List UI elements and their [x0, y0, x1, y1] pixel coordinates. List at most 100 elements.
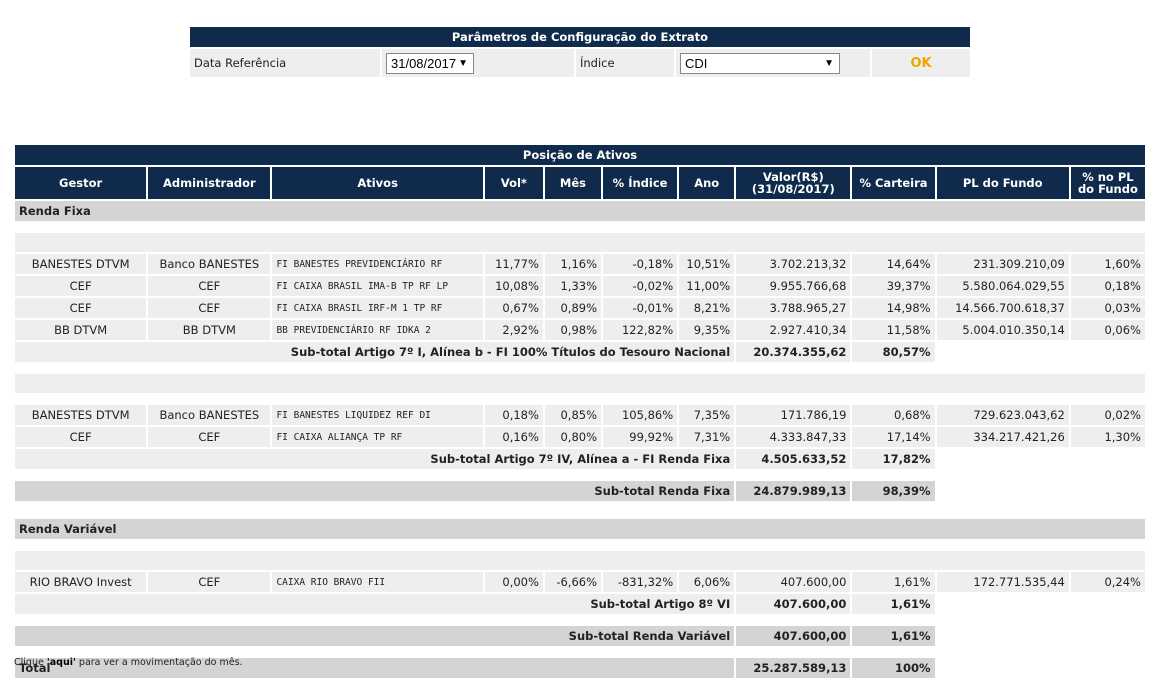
cell-indice: 122,82%: [603, 320, 678, 340]
col-carteira: % Carteira: [852, 167, 935, 199]
cell-valor: 9.955.766,68: [736, 276, 851, 296]
cell-ativo: FI CAIXA BRASIL IMA-B TP RF LP: [272, 276, 483, 296]
cell-valor: 171.786,19: [736, 405, 851, 425]
cell-gestor: RIO BRAVO Invest: [15, 572, 147, 592]
col-indice: % Índice: [603, 167, 678, 199]
category-renda-variavel: Renda Variável: [15, 519, 1145, 539]
col-pl-fundo: PL do Fundo: [936, 167, 1069, 199]
blank-row: [15, 374, 1145, 393]
cell-administrador: BB DTVM: [148, 320, 271, 340]
cell-mes: 0,89%: [544, 298, 602, 318]
cell-pl-fundo: 5.004.010.350,14: [936, 320, 1069, 340]
cell-indice: -0,02%: [603, 276, 678, 296]
cell-carteira: 0,68%: [852, 405, 935, 425]
table-row: CEF CEF FI CAIXA BRASIL IRF-M 1 TP RF 0,67%…: [15, 298, 1145, 318]
cell-vol: 0,16%: [484, 427, 543, 447]
subtotal-label: Sub-total Artigo 7º IV, Alínea a - FI Re…: [15, 449, 735, 469]
index-select-value: CDI: [685, 55, 708, 71]
cell-carteira: 17,14%: [852, 427, 935, 447]
cell-mes: 0,80%: [544, 427, 602, 447]
col-mes: Mês: [544, 167, 602, 199]
cell-pct-pl: 0,03%: [1070, 298, 1145, 318]
index-label: Índice: [576, 49, 674, 77]
cell-mes: 1,33%: [544, 276, 602, 296]
cell-vol: 10,08%: [484, 276, 543, 296]
total-valor: 25.287.589,13: [736, 658, 851, 678]
cell-ativo: FI BANESTES PREVIDENCIÁRIO RF: [272, 254, 483, 274]
ok-button[interactable]: OK: [872, 49, 970, 77]
cell-carteira: 14,64%: [852, 254, 935, 274]
cell-pl-fundo: 5.580.064.029,55: [936, 276, 1069, 296]
index-select[interactable]: CDI ▼: [680, 52, 840, 74]
subtotal-label: Sub-total Artigo 7º I, Alínea b - FI 100…: [15, 342, 735, 362]
subtotal-renda-fixa-pct: 98,39%: [852, 481, 935, 501]
cell-pct-pl: 0,02%: [1070, 405, 1145, 425]
cell-valor: 2.927.410,34: [736, 320, 851, 340]
cell-pct-pl: 0,24%: [1070, 572, 1145, 592]
subtotal-pct: 1,61%: [852, 594, 935, 614]
cell-ativo: FI CAIXA BRASIL IRF-M 1 TP RF: [272, 298, 483, 318]
cell-mes: -6,66%: [544, 572, 602, 592]
col-valor-date: (31/08/2017): [751, 182, 835, 196]
cell-ano: 10,51%: [679, 254, 735, 274]
subtotal-renda-fixa-valor: 24.879.989,13: [736, 481, 851, 501]
cell-pct-pl: 1,30%: [1070, 427, 1145, 447]
cell-indice: -0,18%: [603, 254, 678, 274]
cell-mes: 1,16%: [544, 254, 602, 274]
column-headers: Gestor Administrador Ativos Vol* Mês % Í…: [15, 167, 1145, 199]
total-pct: 100%: [852, 658, 935, 678]
subtotal-valor: 4.505.633,52: [736, 449, 851, 469]
date-label: Data Referência: [190, 49, 380, 77]
cell-vol: 11,77%: [484, 254, 543, 274]
movement-link[interactable]: 'aqui': [47, 657, 76, 668]
cell-valor: 3.702.213,32: [736, 254, 851, 274]
cell-ativo: FI BANESTES LIQUIDEZ REF DI: [272, 405, 483, 425]
col-pct-pl: % no PL do Fundo: [1070, 167, 1145, 199]
cell-carteira: 11,58%: [852, 320, 935, 340]
subtotal-pct: 80,57%: [852, 342, 935, 362]
cell-valor: 3.788.965,27: [736, 298, 851, 318]
cell-gestor: BB DTVM: [15, 320, 147, 340]
subtotal-valor: 407.600,00: [736, 594, 851, 614]
subtotal-renda-variavel-pct: 1,61%: [852, 626, 935, 646]
table-row: BANESTES DTVM Banco BANESTES FI BANESTES L…: [15, 405, 1145, 425]
blank-row: [15, 551, 1145, 570]
cell-administrador: CEF: [148, 427, 271, 447]
cell-ano: 6,06%: [679, 572, 735, 592]
date-select-value: 31/08/2017: [391, 55, 457, 71]
config-panel: Parâmetros de Configuração do Extrato Da…: [188, 25, 972, 79]
positions-table: Posição de Ativos Gestor Administrador A…: [13, 143, 1147, 680]
table-row: CEF CEF FI CAIXA BRASIL IMA-B TP RF LP 10,0…: [15, 276, 1145, 296]
footer-prefix: Clique: [14, 657, 47, 668]
subtotal-pct: 17,82%: [852, 449, 935, 469]
footer-note: Clique 'aqui' para ver a movimentação do…: [14, 657, 243, 668]
subtotal-label: Sub-total Artigo 8º VI: [15, 594, 735, 614]
renda-fixa-group-2: BANESTES DTVM Banco BANESTES FI BANESTES L…: [15, 405, 1145, 447]
cell-pct-pl: 0,18%: [1070, 276, 1145, 296]
col-valor: Valor(R$) (31/08/2017): [736, 167, 851, 199]
subtotal-renda-fixa-label: Sub-total Renda Fixa: [15, 481, 735, 501]
table-row: RIO BRAVO Invest CEF CAIXA RIO BRAVO FII 0,…: [15, 572, 1145, 592]
cell-ano: 7,31%: [679, 427, 735, 447]
cell-administrador: CEF: [148, 572, 271, 592]
cell-vol: 0,00%: [484, 572, 543, 592]
cell-gestor: CEF: [15, 427, 147, 447]
cell-indice: 105,86%: [603, 405, 678, 425]
col-pct-pl-sub: do Fundo: [1077, 182, 1138, 196]
cell-vol: 0,18%: [484, 405, 543, 425]
category-renda-fixa: Renda Fixa: [15, 201, 1145, 221]
cell-ano: 7,35%: [679, 405, 735, 425]
chevron-down-icon: ▼: [824, 57, 834, 69]
cell-pl-fundo: 231.309.210,09: [936, 254, 1069, 274]
cell-indice: -831,32%: [603, 572, 678, 592]
col-ativos: Ativos: [272, 167, 483, 199]
cell-carteira: 14,98%: [852, 298, 935, 318]
date-select[interactable]: 31/08/2017 ▼: [386, 52, 474, 74]
col-administrador: Administrador: [148, 167, 271, 199]
cell-administrador: CEF: [148, 298, 271, 318]
cell-mes: 0,98%: [544, 320, 602, 340]
cell-pl-fundo: 334.217.421,26: [936, 427, 1069, 447]
cell-gestor: CEF: [15, 298, 147, 318]
col-vol: Vol*: [484, 167, 543, 199]
cell-ano: 8,21%: [679, 298, 735, 318]
